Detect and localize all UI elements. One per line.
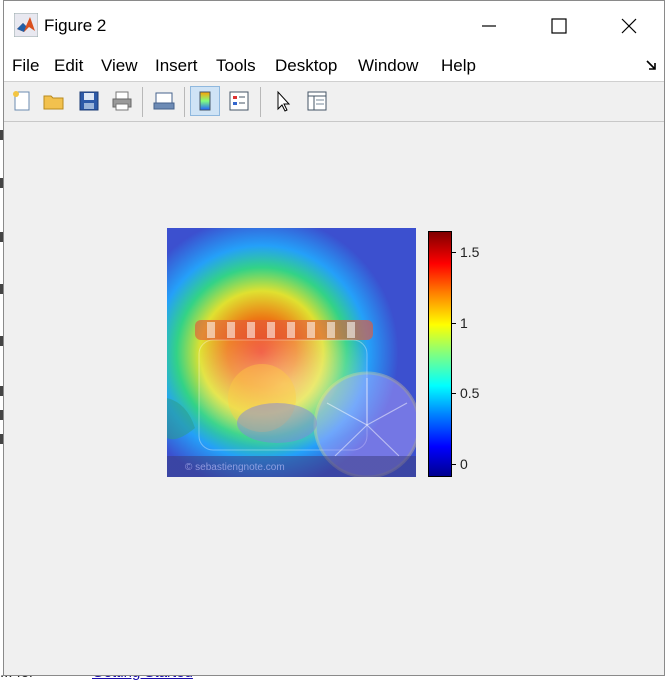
save-button[interactable] xyxy=(74,86,104,116)
colorbar[interactable] xyxy=(428,231,452,477)
colorbar-tick-label: 0.5 xyxy=(460,385,480,401)
close-icon xyxy=(621,18,637,34)
image-watermark: © sebastiengnote.com xyxy=(185,462,285,473)
colorbar-tick xyxy=(452,393,456,394)
matlab-logo-icon xyxy=(14,13,38,37)
menu-tools[interactable]: Tools xyxy=(216,56,256,76)
menu-file[interactable]: File xyxy=(12,56,39,76)
menu-window[interactable]: Window xyxy=(358,56,418,76)
print-button[interactable] xyxy=(107,86,137,116)
insert-legend-button[interactable] xyxy=(224,86,254,116)
figure-toolbar xyxy=(4,83,664,122)
select-pointer-button[interactable] xyxy=(268,86,298,116)
property-inspector-icon xyxy=(307,91,327,111)
colorbar-tick-label: 0 xyxy=(460,456,468,472)
open-button[interactable] xyxy=(39,86,69,116)
maximize-icon xyxy=(551,18,567,34)
toolbar-separator xyxy=(142,87,143,117)
insert-colorbar-icon xyxy=(199,91,211,111)
minimize-icon xyxy=(482,25,496,27)
menu-bar: File Edit View Insert Tools Desktop Wind… xyxy=(4,51,664,82)
colorbar-tick-label: 1 xyxy=(460,315,468,331)
image-axes: © sebastiengnote.com xyxy=(167,228,416,477)
insert-legend-icon xyxy=(229,91,249,111)
colorbar-tick xyxy=(452,323,456,324)
colorbar-tick xyxy=(452,252,456,253)
minimize-button[interactable] xyxy=(454,1,524,51)
toolbar-separator xyxy=(260,87,261,117)
menu-edit[interactable]: Edit xyxy=(54,56,83,76)
title-bar[interactable]: Figure 2 xyxy=(4,1,664,51)
menu-help[interactable]: Help xyxy=(441,56,476,76)
colorbar-tick xyxy=(452,464,456,465)
close-button[interactable] xyxy=(594,1,664,51)
menu-desktop[interactable]: Desktop xyxy=(275,56,337,76)
save-icon xyxy=(79,91,99,111)
print-icon xyxy=(112,91,132,111)
maximize-button[interactable] xyxy=(524,1,594,51)
figure-window: Figure 2 File Edit View Insert Tools Des… xyxy=(3,0,665,676)
select-pointer-icon xyxy=(277,90,291,112)
menu-view[interactable]: View xyxy=(101,56,138,76)
open-folder-icon xyxy=(43,95,64,110)
new-figure-button[interactable] xyxy=(7,86,37,116)
insert-colorbar-button[interactable] xyxy=(190,86,220,116)
link-plot-button[interactable] xyxy=(149,86,179,116)
link-plot-icon xyxy=(153,92,175,110)
property-inspector-button[interactable] xyxy=(302,86,332,116)
colorbar-tick-label: 1.5 xyxy=(460,244,480,260)
dock-arrow-icon[interactable] xyxy=(646,59,658,71)
menu-insert[interactable]: Insert xyxy=(155,56,198,76)
heatmap-overlay-image: © sebastiengnote.com xyxy=(167,228,416,477)
window-title: Figure 2 xyxy=(44,16,107,35)
new-figure-icon xyxy=(13,91,30,111)
toolbar-separator xyxy=(184,87,185,117)
